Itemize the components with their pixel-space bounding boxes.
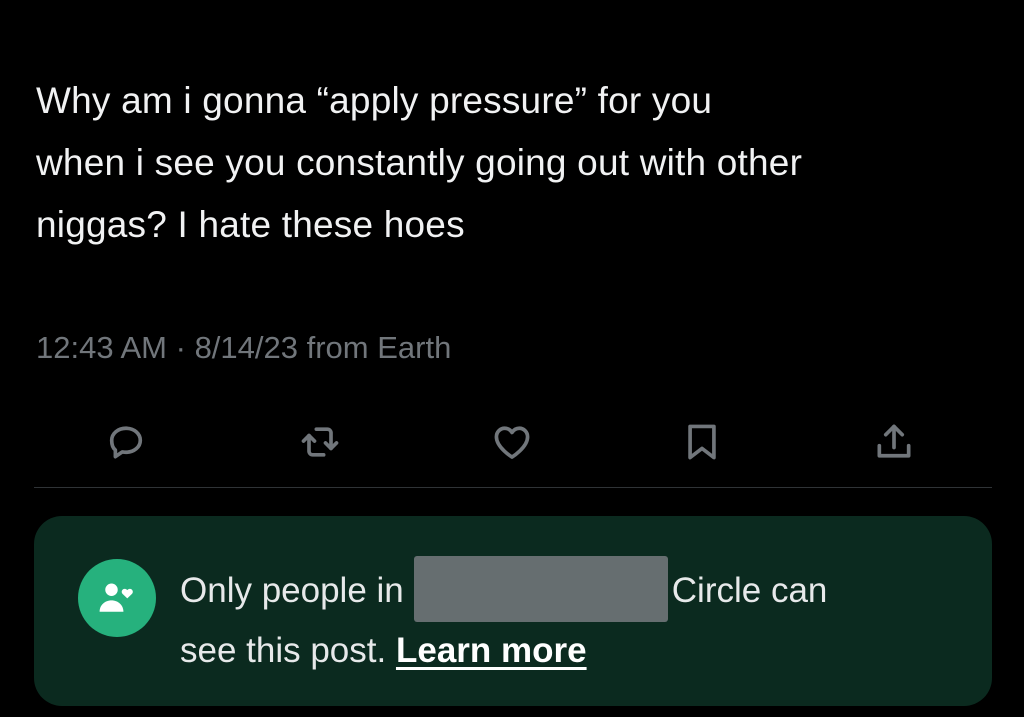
circle-people-icon bbox=[99, 583, 133, 612]
meta-separator: · bbox=[175, 330, 186, 365]
tweet-metadata: 12:43 AM · 8/14/23 from Earth bbox=[36, 326, 451, 370]
like-button[interactable] bbox=[482, 412, 542, 472]
reply-button[interactable] bbox=[96, 412, 156, 472]
like-icon bbox=[494, 426, 530, 459]
repost-icon bbox=[301, 427, 339, 457]
bookmark-icon bbox=[688, 424, 716, 460]
tweet-text: Why am i gonna “apply pressure” for you … bbox=[36, 70, 1006, 256]
divider bbox=[34, 487, 992, 488]
reply-icon bbox=[109, 426, 143, 459]
bookmark-button[interactable] bbox=[672, 412, 732, 472]
tweet-source: from Earth bbox=[306, 330, 452, 365]
circle-notice: Only people in Circle can see this post. … bbox=[34, 516, 992, 706]
tweet-date[interactable]: 8/14/23 bbox=[195, 330, 298, 365]
circle-notice-text: Only people in Circle can see this post. … bbox=[180, 556, 827, 680]
tweet-text-line-3: niggas? I hate these hoes bbox=[36, 204, 465, 245]
tweet-text-line-2: when i see you constantly going out with… bbox=[36, 142, 803, 183]
circle-notice-line-1: Only people in Circle can bbox=[180, 556, 827, 622]
share-icon bbox=[877, 424, 911, 458]
repost-button[interactable] bbox=[290, 412, 350, 472]
circle-notice-line-2: see this post. Learn more bbox=[180, 622, 827, 680]
tweet-action-bar bbox=[0, 412, 1024, 472]
learn-more-link[interactable]: Learn more bbox=[396, 631, 587, 670]
circle-notice-line2-text: see this post. bbox=[180, 631, 387, 670]
redacted-name-block bbox=[413, 556, 668, 622]
circle-notice-prefix: Only people in bbox=[180, 571, 404, 610]
circle-badge bbox=[78, 559, 156, 637]
tweet-time[interactable]: 12:43 AM bbox=[36, 330, 167, 365]
tweet-text-line-1: Why am i gonna “apply pressure” for you bbox=[36, 80, 713, 121]
circle-notice-suffix: Circle can bbox=[671, 571, 828, 610]
share-button[interactable] bbox=[864, 412, 924, 472]
